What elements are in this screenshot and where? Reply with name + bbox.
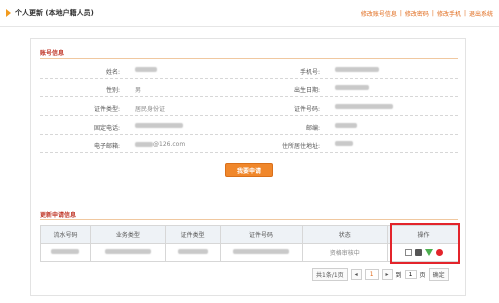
addr-label: 住所居住地址:: [281, 143, 320, 150]
link-change-password[interactable]: 修改密码: [405, 9, 429, 18]
cell-id-type: [164, 243, 221, 262]
goto-confirm-button[interactable]: 确定: [428, 268, 449, 281]
records-section-title: 更新申请信息: [40, 212, 77, 219]
phone-label: 手机号:: [299, 69, 320, 76]
col-id-number: 证件号码: [219, 225, 303, 244]
birth-label: 出生日期:: [293, 87, 320, 94]
arrow-right-icon: [6, 9, 11, 17]
idno-value: [335, 104, 393, 111]
name-value: [135, 67, 157, 74]
top-bar: 个人更新 (本地户籍人员) 修改账号信息 | 修改密码 | 修改手机 | 退出系…: [0, 0, 499, 27]
pagination: 共1条/1页 ◂ 1 ▸ 到 页 确定: [312, 268, 449, 281]
row-divider: [40, 134, 458, 135]
row-divider: [40, 78, 458, 79]
birth-value: [335, 85, 369, 92]
col-id-type: 证件类型: [164, 225, 221, 244]
col-business-type: 业务类型: [89, 225, 166, 244]
next-page-button[interactable]: ▸: [381, 269, 393, 280]
cell-business-type: [89, 243, 166, 262]
cell-serial: [40, 243, 91, 262]
tel-value: [135, 123, 183, 130]
title-group: 个人更新 (本地户籍人员): [0, 8, 94, 18]
idno-label: 证件号码:: [293, 106, 320, 113]
name-label: 姓名:: [105, 69, 120, 76]
actions-highlight-box: [390, 223, 460, 264]
link-edit-account[interactable]: 修改账号信息: [361, 9, 397, 18]
cell-status: 资格审核中: [301, 243, 389, 262]
cell-id-number: [219, 243, 303, 262]
idtype-label: 证件类型:: [93, 106, 120, 113]
link-separator: |: [431, 9, 434, 17]
goto-prefix: 到: [395, 272, 402, 279]
gender-value: 男: [135, 87, 142, 94]
account-section-title: 账号信息: [40, 50, 65, 57]
zip-label: 邮编:: [305, 125, 320, 132]
goto-page-input[interactable]: [404, 270, 417, 279]
row-divider: [40, 96, 458, 97]
link-separator: |: [399, 9, 402, 17]
section-divider: [40, 219, 458, 220]
link-change-phone[interactable]: 修改手机: [437, 9, 461, 18]
prev-page-button[interactable]: ◂: [350, 269, 362, 280]
zip-value: [335, 123, 357, 130]
addr-value: [335, 141, 353, 148]
link-logout[interactable]: 退出系统: [469, 9, 493, 18]
section-divider: [40, 58, 458, 59]
apply-button[interactable]: 我要申请: [225, 163, 273, 177]
email-domain: @126.com: [153, 141, 186, 148]
top-links: 修改账号信息 | 修改密码 | 修改手机 | 退出系统: [361, 9, 499, 18]
pager-summary: 共1条/1页: [312, 268, 348, 281]
current-page[interactable]: 1: [364, 269, 379, 280]
page-title: 个人更新 (本地户籍人员): [15, 9, 94, 17]
col-serial: 流水号码: [40, 225, 91, 244]
email-label: 电子邮箱:: [93, 143, 120, 150]
goto-suffix: 页: [419, 272, 426, 279]
row-divider: [40, 115, 458, 116]
link-separator: |: [463, 9, 466, 17]
row-divider: [40, 152, 458, 153]
email-value: @126.com: [135, 141, 185, 148]
col-status: 状态: [301, 225, 389, 244]
idtype-value: 居民身份证: [135, 106, 166, 113]
tel-label: 固定电话:: [93, 125, 120, 132]
gender-label: 性别:: [105, 87, 120, 94]
phone-value: [335, 67, 379, 74]
